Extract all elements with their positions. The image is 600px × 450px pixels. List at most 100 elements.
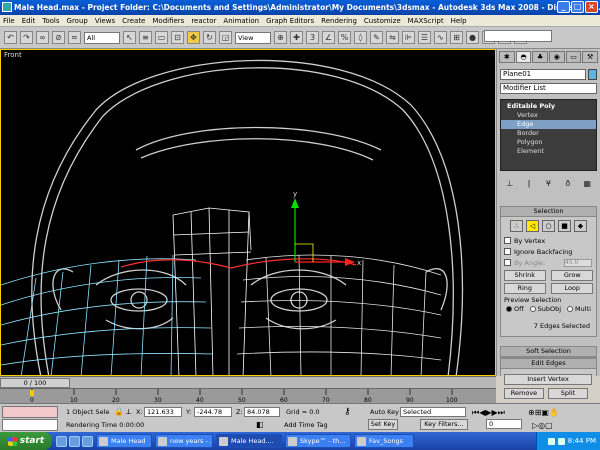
reference-coordinate-select[interactable]: View: [235, 31, 271, 44]
configure-sets-icon[interactable]: ▦: [581, 179, 593, 190]
menu-modifiers[interactable]: Modifiers: [152, 17, 184, 25]
pin-stack-icon[interactable]: ⊥: [504, 179, 516, 190]
curve-editor-icon[interactable]: ∿: [434, 31, 447, 44]
time-slider-track[interactable]: 0 / 100: [0, 376, 496, 388]
menu-help[interactable]: Help: [451, 17, 467, 25]
key-filters-button[interactable]: Key Filters...: [420, 419, 468, 430]
select-manipulate-icon[interactable]: ✚: [290, 31, 303, 44]
align-icon[interactable]: ⊫: [402, 31, 415, 44]
clock[interactable]: 8:44 PM: [568, 437, 596, 445]
pan-icon[interactable]: ✋: [549, 408, 559, 417]
loop-button[interactable]: Loop: [551, 283, 594, 294]
menu-maxscript[interactable]: MAXScript: [408, 17, 444, 25]
snap-toggle-icon[interactable]: 3: [306, 31, 319, 44]
menu-group[interactable]: Group: [67, 17, 88, 25]
stack-vertex[interactable]: Vertex: [501, 111, 596, 120]
taskbar-item-male-head-max[interactable]: Male Head....: [216, 434, 282, 448]
edit-edges-header[interactable]: Edit Edges: [501, 359, 596, 369]
menu-customize[interactable]: Customize: [364, 17, 401, 25]
select-by-name-icon[interactable]: ≡: [139, 31, 152, 44]
remove-modifier-icon[interactable]: ð: [562, 179, 574, 190]
set-key-mode-icon[interactable]: ⚷: [344, 407, 351, 417]
unlink-icon[interactable]: ⊘: [52, 31, 65, 44]
display-tab-icon[interactable]: ▭: [565, 51, 582, 63]
selection-rollout-header[interactable]: Selection: [501, 207, 596, 217]
select-rotate-icon[interactable]: ↻: [203, 31, 216, 44]
mirror-icon[interactable]: ⇋: [386, 31, 399, 44]
viewport-label[interactable]: Front: [4, 51, 22, 59]
maximize-button[interactable]: □: [571, 1, 584, 13]
lock-selection-icon[interactable]: 🔒: [114, 407, 124, 416]
menu-file[interactable]: File: [3, 17, 15, 25]
layer-manager-icon[interactable]: ☰: [418, 31, 431, 44]
shrink-button[interactable]: Shrink: [503, 270, 546, 281]
menu-edit[interactable]: Edit: [22, 17, 36, 25]
front-viewport[interactable]: Front y x: [0, 49, 496, 376]
time-slider-thumb[interactable]: 0 / 100: [0, 378, 70, 388]
taskbar-item-skype[interactable]: Skype™ - th...: [285, 434, 351, 448]
named-selection-sets-input[interactable]: [484, 30, 552, 42]
preview-off-radio[interactable]: Off: [506, 305, 524, 313]
make-unique-icon[interactable]: ¥: [542, 179, 554, 190]
close-button[interactable]: ×: [585, 1, 598, 13]
maxscript-listener-mini[interactable]: [2, 406, 58, 418]
internet-explorer-icon[interactable]: [69, 435, 80, 447]
x-coordinate-field[interactable]: 121.633: [144, 407, 182, 417]
link-icon[interactable]: ∞: [36, 31, 49, 44]
set-key-button[interactable]: Set Key: [368, 419, 398, 430]
taskbar-item-new-years[interactable]: new years - ...: [155, 434, 213, 448]
pivot-center-icon[interactable]: ⊕: [274, 31, 287, 44]
element-level-icon[interactable]: ◆: [574, 220, 587, 232]
media-player-icon[interactable]: [82, 435, 93, 447]
add-time-tag-button[interactable]: Add Time Tag: [284, 421, 328, 429]
zoom-extents-icon[interactable]: ▣: [541, 408, 549, 417]
menu-reactor[interactable]: reactor: [191, 17, 216, 25]
object-name-field[interactable]: Plane01: [500, 69, 586, 80]
hierarchy-tab-icon[interactable]: ♣: [532, 51, 549, 63]
menu-rendering[interactable]: Rendering: [321, 17, 357, 25]
edit-named-selection-icon[interactable]: ✎: [370, 31, 383, 44]
zoom-icon[interactable]: ⊕: [528, 408, 535, 417]
schematic-view-icon[interactable]: ⊞: [450, 31, 463, 44]
show-end-result-icon[interactable]: ǀ: [523, 179, 535, 190]
vertex-level-icon[interactable]: ∴: [510, 220, 523, 232]
grow-button[interactable]: Grow: [551, 270, 594, 281]
menu-create[interactable]: Create: [122, 17, 145, 25]
taskbar-item-fav-songs[interactable]: Fav_Songs: [354, 434, 414, 448]
preview-multi-radio[interactable]: Multi: [567, 305, 591, 313]
stack-border[interactable]: Border: [501, 129, 596, 138]
utilities-tab-icon[interactable]: ⚒: [582, 51, 599, 63]
modify-tab-icon[interactable]: ◓: [515, 51, 532, 63]
select-move-icon[interactable]: ✥: [187, 31, 200, 44]
y-coordinate-field[interactable]: -244.78: [194, 407, 232, 417]
selection-filter-select[interactable]: All: [84, 31, 120, 44]
time-tag-icon[interactable]: ◧: [256, 420, 264, 429]
tray-network-icon[interactable]: [547, 437, 555, 445]
track-bar[interactable]: 0 10 20 30 40 50 60 70 80 90 100: [0, 388, 496, 404]
preview-subobj-radio[interactable]: SubObj: [529, 305, 561, 313]
select-scale-icon[interactable]: ◲: [219, 31, 232, 44]
angle-snap-icon[interactable]: ∠: [322, 31, 335, 44]
object-color-swatch[interactable]: [588, 69, 597, 80]
material-editor-icon[interactable]: ●: [466, 31, 479, 44]
stack-element[interactable]: Element: [501, 147, 596, 156]
rectangular-selection-icon[interactable]: ▭: [155, 31, 168, 44]
maxscript-listener-input[interactable]: [2, 419, 58, 431]
soft-selection-header[interactable]: Soft Selection: [501, 347, 596, 357]
by-vertex-checkbox[interactable]: By Vertex: [501, 235, 596, 246]
tray-volume-icon[interactable]: [557, 437, 565, 445]
polygon-level-icon[interactable]: ■: [558, 220, 571, 232]
ring-button[interactable]: Ring: [503, 283, 546, 294]
create-tab-icon[interactable]: ✱: [499, 51, 515, 63]
insert-vertex-button[interactable]: Insert Vertex: [504, 374, 592, 385]
percent-snap-icon[interactable]: %: [338, 31, 351, 44]
minimize-button[interactable]: _: [557, 1, 570, 13]
start-button[interactable]: start: [0, 432, 52, 450]
menu-animation[interactable]: Animation: [223, 17, 259, 25]
menu-views[interactable]: Views: [95, 17, 115, 25]
by-angle-value[interactable]: 45.0: [564, 258, 592, 267]
maximize-viewport-icon[interactable]: ▢: [545, 421, 553, 430]
z-coordinate-field[interactable]: 84.078: [244, 407, 280, 417]
absolute-mode-icon[interactable]: ⟂: [126, 407, 131, 417]
show-desktop-icon[interactable]: [56, 435, 67, 447]
